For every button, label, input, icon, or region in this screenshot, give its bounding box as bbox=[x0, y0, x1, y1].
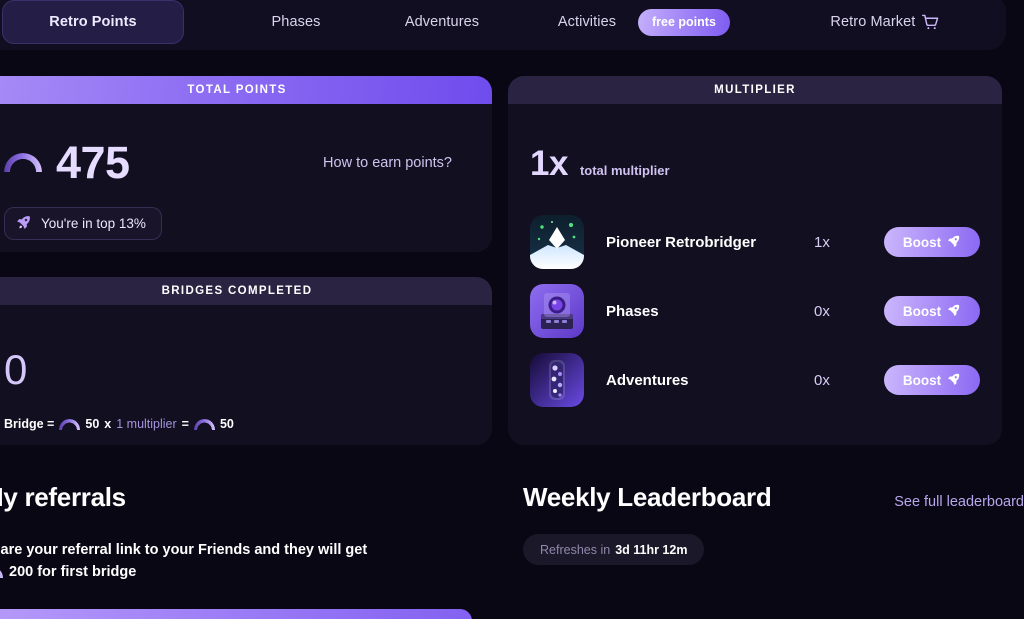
boost-button-label: Boost bbox=[902, 372, 942, 388]
boost-row-multiplier: 1x bbox=[814, 233, 830, 251]
phases-avatar bbox=[530, 284, 584, 338]
total-points-main-row: 475 How to earn points? bbox=[4, 104, 470, 185]
bridge-formula-equals: = bbox=[181, 417, 189, 431]
how-to-earn-points-link[interactable]: How to earn points? bbox=[323, 155, 470, 171]
nav-tab-label: Adventures bbox=[404, 14, 480, 30]
referrals-description-line2: 200 for first bridge bbox=[0, 561, 482, 583]
weekly-leaderboard-section: Weekly Leaderboard See full leaderboard … bbox=[523, 482, 1024, 565]
total-multiplier-label: total multiplier bbox=[579, 163, 670, 178]
retro-points-dashboard: Retro Points Phases Adventures Activitie… bbox=[0, 0, 1024, 619]
referrals-description: Share your referral link to your Friends… bbox=[0, 539, 482, 583]
bridge-formula-multiplier: 1 multiplier bbox=[116, 417, 177, 431]
free-points-badge[interactable]: free points bbox=[638, 8, 730, 36]
boost-row: Adventures 0x Boost bbox=[530, 351, 980, 409]
total-points-value: 475 bbox=[56, 137, 130, 188]
boost-button[interactable]: Boost bbox=[884, 365, 980, 395]
nav-tab-label: Retro Market bbox=[830, 14, 916, 30]
total-points-body: 475 How to earn points? You're in top 13… bbox=[0, 104, 492, 240]
refresh-prefix-label: Refreshes in bbox=[540, 542, 611, 557]
pioneer-retrobridger-avatar bbox=[530, 215, 584, 269]
shopping-cart-icon bbox=[922, 14, 939, 31]
boost-row-multiplier: 0x bbox=[814, 371, 830, 389]
total-points-value-group: 475 bbox=[4, 140, 130, 185]
my-referrals-title: My referrals bbox=[0, 482, 126, 512]
boost-button[interactable]: Boost bbox=[884, 227, 980, 257]
leaderboard-header-row: Weekly Leaderboard See full leaderboard bbox=[523, 482, 1024, 513]
rocket-icon bbox=[947, 303, 961, 320]
adventures-avatar bbox=[530, 353, 584, 407]
referrals-amount: 200 for first bridge bbox=[9, 564, 137, 581]
nav-tab-phases[interactable]: Phases bbox=[236, 0, 356, 44]
total-multiplier-row: 1x total multiplier bbox=[530, 104, 980, 181]
bridge-formula-prefix: Bridge = bbox=[4, 417, 55, 431]
multiplier-card: MULTIPLIER 1x total multiplier Pioneer R… bbox=[508, 76, 1002, 445]
boost-button-label: Boost bbox=[902, 303, 942, 319]
boost-row: Pioneer Retrobridger 1x Boost bbox=[530, 213, 980, 271]
boost-row: Phases 0x Boost bbox=[530, 282, 980, 340]
nav-tab-retro-market[interactable]: Retro Market bbox=[810, 0, 960, 44]
boost-row-name: Pioneer Retrobridger bbox=[606, 233, 757, 251]
nav-tab-label: Retro Points bbox=[49, 14, 137, 30]
total-multiplier-value: 1x bbox=[530, 144, 568, 183]
arch-points-icon bbox=[0, 567, 3, 578]
bridges-completed-body: 0 Bridge = 50 x 1 multiplier = 50 bbox=[0, 305, 492, 432]
bridge-formula-times: x bbox=[104, 417, 112, 431]
boost-button[interactable]: Boost bbox=[884, 296, 980, 326]
nav-tab-retro-points[interactable]: Retro Points bbox=[2, 0, 184, 44]
referrals-description-line1: Share your referral link to your Friends… bbox=[0, 542, 368, 558]
bridge-formula: Bridge = 50 x 1 multiplier = 50 bbox=[4, 391, 470, 431]
rank-badge[interactable]: You're in top 13% bbox=[4, 207, 162, 240]
top-navigation-bar: Retro Points Phases Adventures Activitie… bbox=[0, 0, 1006, 50]
boost-row-name: Phases bbox=[606, 302, 659, 320]
total-points-card: TOTAL POINTS 475 How to earn points? You bbox=[0, 76, 492, 252]
arch-points-icon bbox=[59, 419, 80, 430]
boost-button-label: Boost bbox=[902, 234, 942, 250]
bridges-completed-value: 0 bbox=[4, 346, 28, 393]
bridge-formula-base: 50 bbox=[85, 417, 100, 431]
bridges-completed-header: BRIDGES COMPLETED bbox=[0, 277, 492, 305]
my-referrals-section: My referrals Share your referral link to… bbox=[0, 482, 482, 619]
leaderboard-refresh-badge: Refreshes in 3d 11hr 12m bbox=[523, 534, 705, 565]
refresh-time-value: 3d 11hr 12m bbox=[615, 542, 688, 557]
nav-tab-adventures[interactable]: Adventures bbox=[378, 0, 506, 44]
weekly-leaderboard-title: Weekly Leaderboard bbox=[523, 482, 772, 512]
rank-badge-text: You're in top 13% bbox=[41, 216, 146, 231]
multiplier-header: MULTIPLIER bbox=[508, 76, 1002, 104]
total-points-header: TOTAL POINTS bbox=[0, 76, 492, 104]
nav-tab-label: Phases bbox=[271, 14, 321, 30]
boost-row-multiplier: 0x bbox=[814, 302, 830, 320]
nav-tab-activities[interactable]: Activities bbox=[546, 0, 628, 44]
boost-list: Pioneer Retrobridger 1x Boost Phases 0x … bbox=[530, 181, 980, 409]
boost-row-name: Adventures bbox=[606, 371, 689, 389]
see-full-leaderboard-link[interactable]: See full leaderboard bbox=[894, 494, 1024, 510]
referral-bonus-banner: Each bridge completed by a referred user… bbox=[0, 609, 472, 619]
multiplier-body: 1x total multiplier Pioneer Retrobridger… bbox=[508, 104, 1002, 409]
rocket-icon bbox=[947, 372, 961, 389]
bridge-formula-result: 50 bbox=[219, 417, 234, 431]
nav-tab-label: Activities bbox=[557, 14, 617, 30]
rocket-icon bbox=[947, 234, 961, 251]
bridges-completed-card: BRIDGES COMPLETED 0 Bridge = 50 x 1 mult… bbox=[0, 277, 492, 445]
arch-points-icon bbox=[4, 153, 42, 172]
rocket-icon bbox=[16, 214, 32, 233]
arch-points-icon bbox=[194, 419, 215, 430]
